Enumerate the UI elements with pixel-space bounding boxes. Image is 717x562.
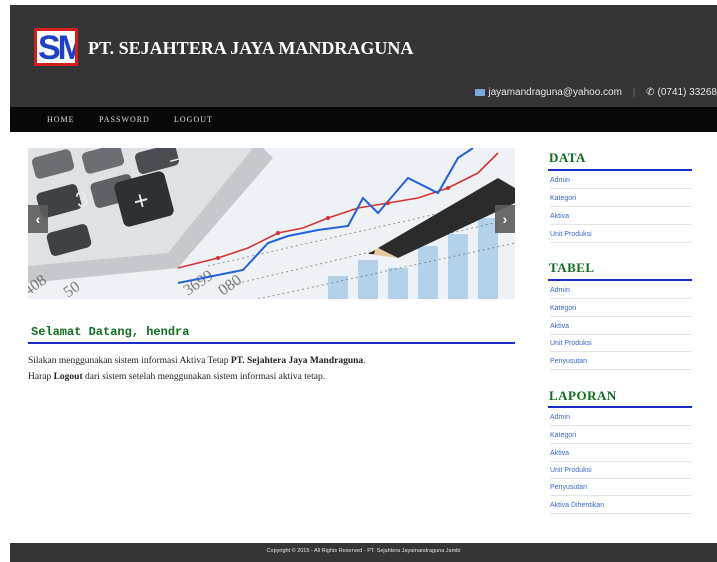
sidebar-divider bbox=[548, 406, 692, 408]
site-header: SM PT. SEJAHTERA JAYA MANDRAGUNA jayaman… bbox=[10, 5, 717, 107]
logo-text: SM bbox=[38, 29, 75, 66]
sidebar-divider bbox=[548, 169, 692, 171]
sidebar-heading-laporan: LAPORAN bbox=[549, 388, 617, 403]
intro-text-end: dari sistem setelah menggunakan sistem i… bbox=[82, 372, 326, 382]
sidebar-laporan-aktiva-dihentikan[interactable]: Aktiva Dihentikan bbox=[550, 502, 692, 514]
logout-bold: Logout bbox=[53, 372, 83, 382]
main-nav: HOME PASSWORD LOGOUT bbox=[10, 107, 717, 132]
sidebar-laporan-admin[interactable]: Admin bbox=[550, 414, 692, 426]
welcome-heading: Selamat Datang, hendra bbox=[31, 325, 190, 339]
sidebar-divider bbox=[548, 279, 692, 281]
welcome-divider bbox=[28, 342, 515, 344]
nav-home[interactable]: HOME bbox=[47, 115, 75, 124]
sidebar-data-kategori[interactable]: Kategori bbox=[550, 195, 692, 207]
sidebar-tabel-unit-produksi[interactable]: Unit Produksi bbox=[550, 340, 692, 352]
sidebar-data-unit-produksi[interactable]: Unit Produksi bbox=[550, 231, 692, 243]
sidebar-tabel-penyusutan[interactable]: Penyusutan bbox=[550, 358, 692, 370]
site-title: PT. SEJAHTERA JAYA MANDRAGUNA bbox=[88, 38, 414, 58]
intro-text-end: . bbox=[363, 356, 366, 366]
sidebar-tabel-admin[interactable]: Admin bbox=[550, 287, 692, 299]
intro-line-1: Silakan menggunakan sistem informasi Akt… bbox=[28, 356, 366, 366]
sidebar-tabel-aktiva[interactable]: Aktiva bbox=[550, 323, 692, 335]
sidebar-laporan-kategori[interactable]: Kategori bbox=[550, 432, 692, 444]
slider-image: 3 + − 408 50 3699 080 bbox=[28, 148, 515, 299]
site-footer: Copyright © 2015 - All Rights Reserved -… bbox=[10, 543, 717, 562]
contact-info: jayamandraguna@yahoo.com | ✆ (0741) 33268 bbox=[475, 87, 717, 98]
copyright-text: Copyright © 2015 - All Rights Reserved -… bbox=[266, 548, 461, 554]
slider-prev-button[interactable]: ‹ bbox=[28, 205, 48, 233]
intro-text: Harap bbox=[28, 372, 54, 382]
company-name-bold: PT. Sejahtera Jaya Mandraguna bbox=[230, 356, 364, 366]
sidebar-laporan-unit-produksi[interactable]: Unit Produksi bbox=[550, 467, 692, 479]
nav-password[interactable]: PASSWORD bbox=[99, 115, 150, 124]
sidebar-heading-data: DATA bbox=[549, 150, 586, 165]
sidebar-laporan-aktiva[interactable]: Aktiva bbox=[550, 450, 692, 462]
sidebar-tabel-kategori[interactable]: Kategori bbox=[550, 305, 692, 317]
sidebar-laporan-penyusutan[interactable]: Penyusutan bbox=[550, 484, 692, 496]
contact-separator: | bbox=[632, 87, 636, 98]
slider-next-button[interactable]: › bbox=[495, 205, 515, 233]
image-slider: 3 + − 408 50 3699 080 ‹ › bbox=[28, 148, 515, 299]
sidebar-heading-tabel: TABEL bbox=[549, 260, 595, 275]
intro-line-2: Harap Logout dari sistem setelah menggun… bbox=[28, 372, 325, 382]
nav-logout[interactable]: LOGOUT bbox=[174, 115, 213, 124]
contact-phone: (0741) 33268 bbox=[657, 87, 717, 98]
sidebar-data-admin[interactable]: Admin bbox=[550, 177, 692, 189]
mail-icon bbox=[475, 88, 486, 96]
intro-text: Silakan menggunakan sistem informasi Akt… bbox=[28, 356, 231, 366]
sidebar-data-aktiva[interactable]: Aktiva bbox=[550, 213, 692, 225]
phone-icon: ✆ bbox=[646, 87, 655, 98]
company-logo[interactable]: SM bbox=[34, 28, 78, 66]
contact-email: jayamandraguna@yahoo.com bbox=[488, 87, 622, 98]
